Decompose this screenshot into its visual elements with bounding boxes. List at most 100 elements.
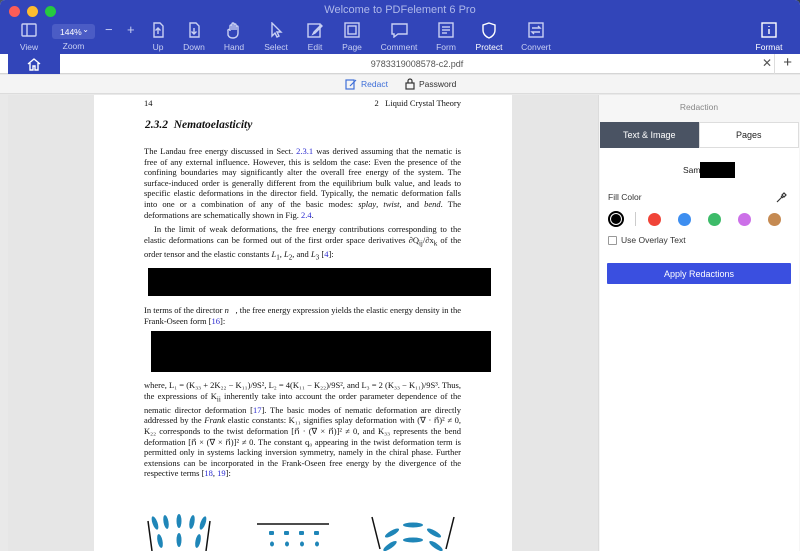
color-swatch-purple[interactable]: [738, 212, 751, 226]
panel-tabs: Text & Image Pages: [600, 122, 799, 148]
close-tab-button[interactable]: ✕: [762, 56, 772, 70]
home-tab[interactable]: [8, 54, 60, 74]
text-run: ]:: [328, 248, 334, 259]
redact-icon: [345, 79, 357, 90]
document-view[interactable]: 14 2 Liquid Crystal Theory 2.3.2 Nematoe…: [8, 95, 598, 551]
color-swatch-blue[interactable]: [678, 212, 691, 226]
protect-label: Protect: [475, 42, 503, 52]
eyedropper-icon[interactable]: [776, 190, 787, 208]
panel-body: Sam Fill Color Use Overlay Text Apply Re…: [600, 148, 799, 551]
text-run: .: [311, 209, 314, 220]
page-button[interactable]: Page: [329, 21, 375, 52]
zoom-value: 144%: [60, 26, 82, 37]
text-run: The Landau free energy discussed in Sect…: [144, 146, 297, 156]
tab-bar: 9783319008578-c2.pdf ✕ +: [0, 54, 800, 74]
preview-block: [700, 162, 736, 178]
swatch-divider: [635, 212, 636, 226]
redaction-mark[interactable]: [151, 331, 491, 372]
apply-redactions-button[interactable]: Apply Redactions: [607, 263, 791, 284]
password-label: Password: [419, 79, 457, 89]
color-swatch-brown[interactable]: [768, 212, 781, 226]
paragraph-2: In the limit of weak deformations, the f…: [144, 224, 461, 263]
text-run: Frank: [204, 415, 226, 426]
convert-label: Convert: [521, 42, 551, 52]
info-icon: [746, 21, 792, 39]
splay-figure: [146, 513, 212, 551]
color-swatches: [608, 211, 798, 227]
window-title: Welcome to PDFelement 6 Pro: [324, 4, 476, 16]
pdf-page[interactable]: 14 2 Liquid Crystal Theory 2.3.2 Nematoe…: [94, 95, 512, 551]
shield-icon: [466, 21, 512, 39]
figure-link[interactable]: 2.4: [301, 210, 312, 220]
zoom-label: Zoom: [62, 41, 85, 51]
color-swatch-green[interactable]: [708, 212, 721, 226]
home-icon: [27, 57, 41, 71]
convert-button[interactable]: Convert: [513, 21, 559, 52]
redaction-preview: Sam: [683, 162, 736, 178]
panel-title: Redaction: [679, 102, 719, 112]
main-toolbar: Welcome to PDFelement 6 Pro View 144% ⌄ …: [0, 0, 800, 54]
overlay-text-checkbox[interactable]: [608, 235, 617, 245]
zoom-in-button[interactable]: +: [127, 22, 135, 37]
twist-figure: [257, 513, 329, 551]
citation-link[interactable]: 18: [204, 468, 213, 478]
add-tab-button[interactable]: +: [783, 54, 792, 71]
page-icon: [329, 21, 375, 39]
format-label: Format: [755, 42, 783, 52]
redaction-mark[interactable]: [148, 268, 491, 296]
fill-color-label: Fill Color: [608, 192, 642, 202]
text-run: In the limit of weak deformations, the f…: [144, 224, 461, 245]
form-button[interactable]: Form: [423, 21, 469, 52]
redact-button[interactable]: Redact: [345, 78, 388, 90]
redact-label: Redact: [361, 79, 388, 89]
tab-pages[interactable]: Pages: [698, 122, 799, 148]
section-link[interactable]: 2.3.1: [296, 146, 313, 156]
redaction-panel: Redaction Text & Image Pages Sam Fill Co…: [598, 95, 800, 551]
comment-label: Comment: [380, 42, 418, 52]
form-icon: [423, 21, 469, 39]
password-button[interactable]: Password: [405, 78, 456, 90]
hand-label: Hand: [223, 42, 245, 52]
paragraph-4: where, L₁ = (K₃₃ + 2K₂₂ − K₁₁)/9S², L₂ =…: [144, 380, 461, 479]
protect-button[interactable]: Protect: [466, 21, 512, 52]
text-run: ]:: [225, 468, 231, 479]
section-heading: 2.3.2 Nematoelasticity: [145, 119, 253, 131]
text-run: bend: [424, 198, 441, 209]
page-number: 14: [144, 98, 153, 108]
running-header: 2 Liquid Crystal Theory: [374, 98, 462, 108]
lock-icon: [405, 78, 415, 90]
paragraph-1: The Landau free energy discussed in Sect…: [144, 146, 461, 220]
paragraph-3: In terms of the director n⃗, the free en…: [144, 305, 461, 326]
hand-button[interactable]: Hand: [211, 21, 257, 52]
zoom-select[interactable]: 144% ⌄: [52, 24, 95, 39]
text-run: In terms of the director: [144, 305, 225, 315]
citation-link[interactable]: 16: [212, 316, 221, 326]
format-button[interactable]: Format: [746, 21, 792, 52]
comment-button[interactable]: Comment: [376, 21, 422, 52]
chevron-down-icon: ⌄: [82, 25, 89, 34]
overlay-text-label: Use Overlay Text: [621, 235, 686, 245]
color-swatch-black[interactable]: [608, 211, 624, 227]
form-label: Form: [436, 42, 456, 52]
overlay-text-option[interactable]: Use Overlay Text: [608, 235, 686, 245]
view-button[interactable]: View: [6, 21, 52, 52]
citation-link[interactable]: 19: [217, 468, 226, 478]
text-run: , and: [292, 248, 311, 259]
zoom-out-button[interactable]: −: [105, 22, 113, 37]
preview-text: Sam: [683, 165, 701, 175]
text-run: n⃗: [224, 305, 236, 315]
hand-icon: [211, 21, 257, 39]
comment-icon: [376, 21, 422, 39]
text-run: ]:: [220, 315, 226, 326]
protect-subbar: Redact Password: [0, 75, 800, 94]
convert-icon: [513, 21, 559, 39]
document-tab[interactable]: 9783319008578-c2.pdf: [60, 54, 775, 74]
text-run: , and: [399, 198, 425, 209]
view-label: View: [19, 42, 39, 52]
bend-figure: [368, 513, 458, 551]
text-run: splay: [358, 198, 377, 209]
tab-text-image[interactable]: Text & Image: [600, 122, 699, 148]
view-icon: [6, 21, 52, 39]
color-swatch-red[interactable]: [648, 212, 661, 226]
text-run: /∂x: [422, 234, 434, 245]
